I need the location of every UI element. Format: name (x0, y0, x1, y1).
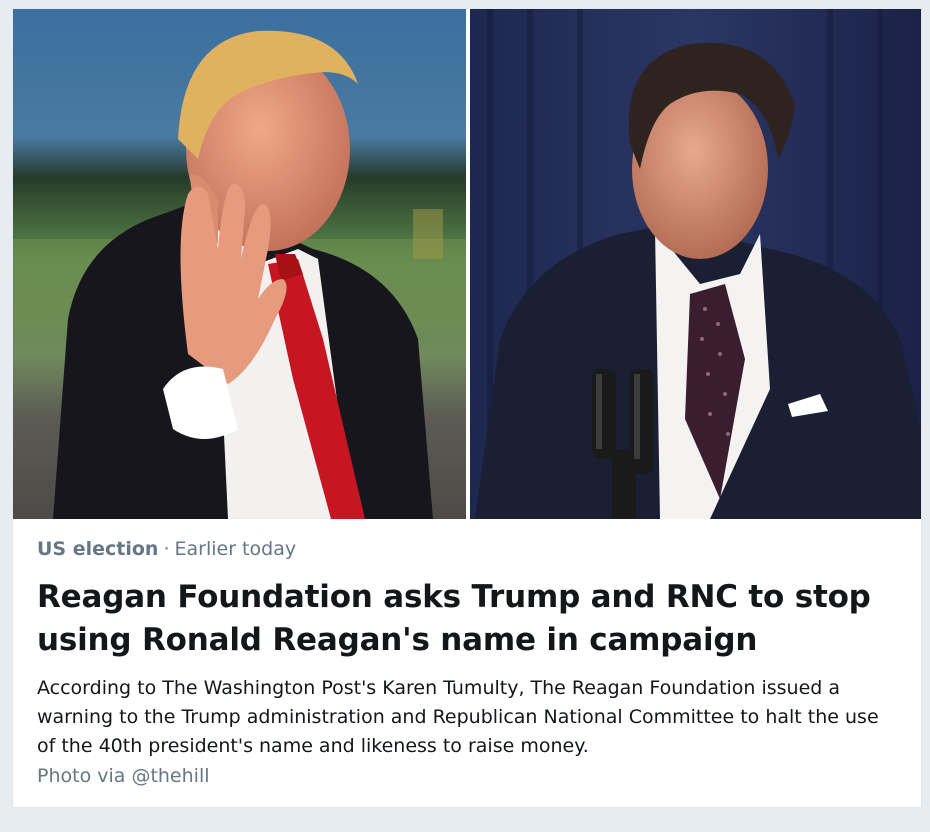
category-link[interactable]: US election (37, 538, 158, 560)
trump-photo-image (13, 9, 466, 519)
reagan-photo[interactable] (470, 9, 921, 519)
photo-credit-link[interactable]: Photo via @thehill (37, 762, 897, 791)
card-media[interactable] (13, 9, 921, 519)
card-content: US election · Earlier today Reagan Foundat… (37, 536, 897, 791)
next-card-edge (0, 812, 930, 832)
moment-card[interactable]: US election · Earlier today Reagan Foundat… (12, 8, 922, 808)
meta-separator: · (163, 538, 170, 560)
timestamp: Earlier today (174, 538, 297, 560)
headline[interactable]: Reagan Foundation asks Trump and RNC to … (37, 576, 897, 662)
trump-photo[interactable] (13, 9, 466, 519)
card-meta: US election · Earlier today (37, 536, 897, 562)
reagan-photo-image (470, 9, 921, 519)
summary: According to The Washington Post's Karen… (37, 677, 879, 757)
